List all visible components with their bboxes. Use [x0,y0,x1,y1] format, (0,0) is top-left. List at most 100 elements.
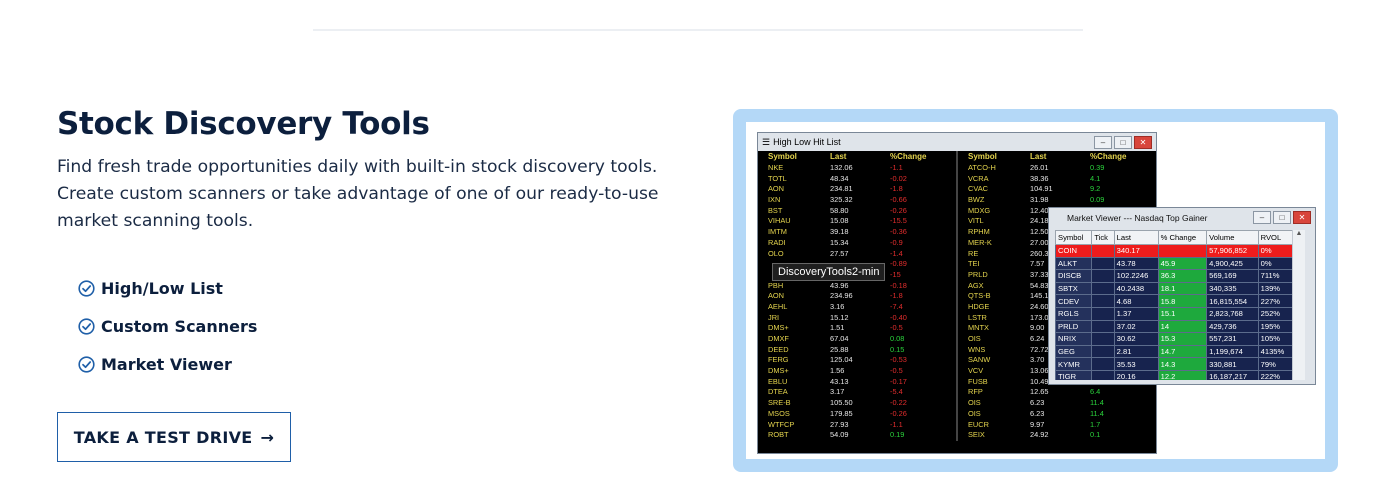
cell-change: -0.22 [890,398,907,408]
cell-symbol: IMTM [768,227,787,237]
cell-change: 4.1 [1090,173,1101,183]
check-circle-icon [78,317,95,335]
market-viewer-header-row: Symbol Tick Last% Change Volume RVOL [1055,230,1294,245]
cta-label: TAKE A TEST DRIVE [73,427,253,447]
cell-symbol: PRLD [968,269,988,279]
table-row[interactable]: ALKT 43.78 45.9 4,900,425 0% [1055,256,1294,271]
cell-last: 125.04 [830,355,853,365]
high-low-row: DMXF 67.04 0.08 [758,334,956,345]
table-row[interactable]: KYMR 35.53 14.3 330,881 79% [1055,357,1294,371]
table-row[interactable]: PRLD 37.02 14 429,736 195% [1055,319,1294,334]
high-low-row: FERG 125.04 -0.53 [758,355,956,366]
column-header[interactable]: % Change [1157,230,1208,245]
cell-volume: 340,335 [1206,281,1259,296]
cell-last: 6.23 [1030,408,1045,418]
table-row[interactable]: SBTX 40.2438 18.1 340,335 139% [1055,281,1294,296]
cell-tick [1091,281,1115,296]
cell-change: -0.53 [890,355,907,365]
high-low-row: OIS 6.23 11.4 [958,409,1156,420]
cell-change: -0.40 [890,312,907,322]
cell-change: 0.1 [1090,430,1101,440]
cell-last: 3.16 [830,301,845,311]
cell-last: 48.34 [830,173,849,183]
cell-tick [1091,294,1115,308]
table-row[interactable]: CDEV 4.68 15.8 16,815,554 227% [1055,294,1294,308]
high-low-row: BWZ 31.98 0.09 [958,195,1156,206]
cell-symbol: IXN [768,195,781,205]
table-row[interactable]: RGLS 1.37 15.1 2,823,768 252% [1055,306,1294,321]
cell-last: 1.56 [830,366,845,376]
cell-symbol: DEED [768,344,789,354]
market-viewer-titlebar: Market Viewer --- Nasdaq Top Gainer – □ … [1049,208,1315,228]
table-row[interactable]: COIN 340.17 57,906,852 0% [1055,244,1294,258]
cell-change: 0.09 [1090,195,1105,205]
column-header[interactable]: Last [1113,230,1159,245]
cell-last: 4.68 [1113,294,1159,308]
header-symbol: Symbol [968,152,997,161]
feature-item: High/Low List [78,269,257,307]
table-row[interactable]: NRIX 30.62 15.3 557,231 105% [1055,332,1294,346]
cell-last: 31.98 [1030,195,1049,205]
cell-symbol: JRI [768,312,780,322]
column-header[interactable]: Symbol [1055,230,1093,245]
cell-change: -0.9 [890,237,903,247]
cell-symbol: ATCO-H [968,163,996,172]
cell-change: 12.2 [1157,369,1208,380]
high-low-row: EUCR 9.97 1.7 [958,420,1156,431]
feature-label: Market Viewer [101,354,232,374]
high-low-row: CVAC 104.91 9.2 [958,184,1156,195]
cell-tick [1091,332,1115,346]
cell-last: 15.12 [830,312,849,322]
cell-last: 38.36 [1030,173,1049,183]
cell-last: 58.80 [830,205,849,215]
cell-rvol: 79% [1257,357,1294,371]
cell-last: 234.81 [830,184,853,194]
high-low-row: TOTL 48.34 -0.02 [758,174,956,185]
cell-volume: 57,906,852 [1206,244,1259,258]
column-header[interactable]: Volume [1206,230,1259,245]
cell-volume: 557,231 [1206,332,1259,346]
cell-volume: 330,881 [1206,357,1259,371]
cell-change: -7.4 [890,301,903,311]
cell-symbol: VITL [968,216,984,226]
cell-volume: 16,187,217 [1206,369,1259,380]
cell-symbol: DMS+ [768,366,789,376]
cell-tick [1091,369,1115,380]
high-low-left-column: Symbol Last %Change NKE 132.06 -1.1 TOTL 48.… [758,151,956,441]
cell-symbol: TEI [968,259,980,269]
cell-last: 179.85 [830,408,853,418]
high-low-row: WTFCP 27.93 -1.1 [758,420,956,431]
arrow-right-icon: → [260,427,275,447]
cell-change: 11.4 [1090,398,1104,408]
column-header[interactable]: Tick [1091,230,1115,245]
table-row[interactable]: TIGR 20.16 12.2 16,187,217 222% [1055,369,1294,380]
cell-symbol: SBTX [1055,281,1093,296]
cell-symbol: MDXG [968,205,991,215]
cell-rvol: 0% [1257,244,1294,258]
high-low-row: DEED 25.88 0.15 [758,345,956,356]
minimize-icon: – [1253,211,1271,224]
high-low-header: Symbol Last %Change [958,151,1156,163]
high-low-row: RFP 12.65 6.4 [958,387,1156,398]
table-row[interactable]: GEG 2.81 14.7 1,199,674 4135% [1055,344,1294,359]
cell-symbol: AEHL [768,301,788,311]
cell-symbol: TOTL [768,173,787,183]
cell-symbol: VCRA [968,173,989,183]
high-low-titlebar: ☰ High Low Hit List – □ ✕ [758,133,1156,151]
cell-last: 43.78 [1113,256,1159,271]
cell-last: 3.17 [830,387,845,397]
cell-tick [1091,306,1115,321]
cell-last: 39.18 [830,227,849,237]
cell-change: 36.3 [1157,269,1208,283]
cell-symbol: RPHM [968,227,990,237]
cell-symbol: SEIX [968,430,985,440]
cell-change: -0.26 [890,205,907,215]
cell-change: 6.4 [1090,387,1101,397]
cell-rvol: 4135% [1257,344,1294,359]
table-row[interactable]: DISCB 102.2246 36.3 569,169 711% [1055,269,1294,283]
column-header[interactable]: RVOL [1257,230,1294,245]
high-low-row: AON 234.96 -1.8 [758,291,956,302]
cell-last: 102.2246 [1113,269,1159,283]
cell-last: 340.17 [1113,244,1159,258]
take-test-drive-button[interactable]: TAKE A TEST DRIVE → [57,412,291,462]
